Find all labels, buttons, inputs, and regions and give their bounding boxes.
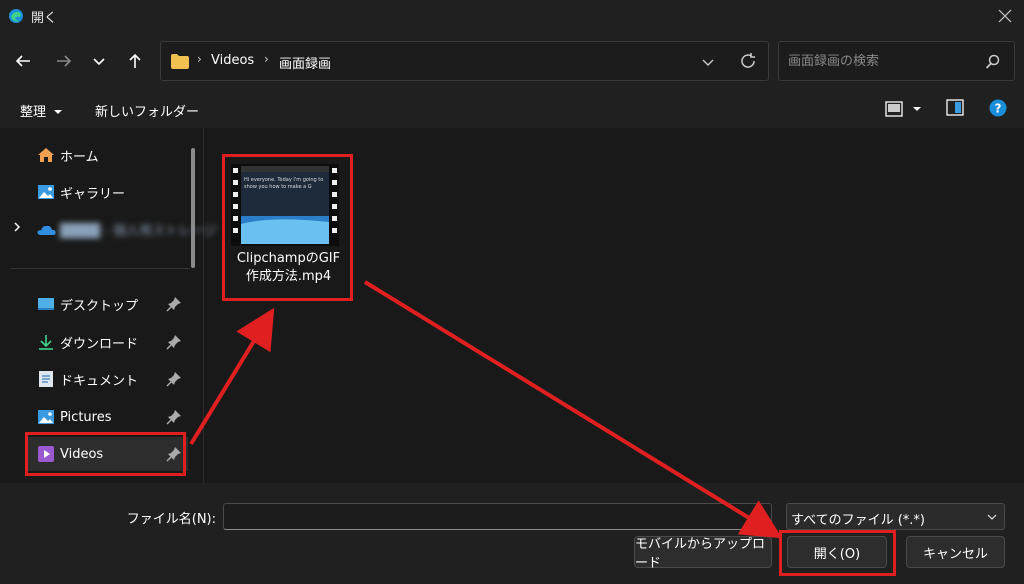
videos-icon: [36, 444, 56, 464]
pin-icon[interactable]: [166, 334, 182, 350]
caret-down-icon: [913, 107, 921, 111]
new-folder-button[interactable]: 新しいフォルダー: [95, 101, 199, 120]
chevron-down-icon[interactable]: [701, 55, 715, 69]
file-name-line2: 作成方法.mp4: [245, 269, 332, 284]
chevron-down-icon: [987, 514, 997, 520]
sidebar-item-videos[interactable]: Videos: [28, 437, 188, 471]
file-name-line1: ClipchampのGIF: [236, 251, 341, 266]
file-name: ClipchampのGIF 作成方法.mp4: [223, 250, 354, 286]
organize-button[interactable]: 整理: [20, 101, 63, 120]
close-button[interactable]: [990, 2, 1020, 30]
view-icon: [885, 101, 903, 117]
edge-app-icon: [9, 9, 23, 23]
bottom-panel: [0, 483, 1024, 584]
sidebar-item-label: Videos: [60, 446, 104, 462]
preview-pane-icon[interactable]: [946, 99, 964, 116]
breadcrumb-separator-icon: ›: [264, 52, 269, 66]
file-item[interactable]: Hi everyone. Today I'm going to show you…: [223, 154, 354, 301]
svg-text:?: ?: [995, 102, 1002, 116]
filetype-value: すべてのファイル (*.*): [791, 513, 925, 528]
desktop-icon: [36, 294, 56, 314]
search-icon: [985, 54, 1000, 69]
window-title: 開く: [31, 11, 58, 26]
pictures-icon: [36, 407, 56, 427]
sidebar-item-label: ギャラリー: [60, 186, 126, 202]
forward-button[interactable]: [50, 47, 78, 75]
sidebar-item-label: デスクトップ: [60, 298, 139, 314]
close-icon: [998, 9, 1012, 23]
arrow-up-icon: [129, 53, 141, 68]
sidebar-item-home[interactable]: ホーム: [28, 138, 188, 172]
sidebar-item-label: Pictures: [60, 409, 112, 425]
organize-label: 整理: [20, 105, 47, 120]
arrow-right-icon: [57, 55, 72, 67]
address-bar[interactable]: › Videos › 画面録画: [160, 41, 769, 81]
filename-label: ファイル名(N):: [126, 512, 216, 527]
sidebar-item-downloads[interactable]: ダウンロード: [28, 325, 188, 359]
upload-from-mobile-button[interactable]: モバイルからアップロード: [634, 536, 772, 571]
breadcrumb-screen-recording[interactable]: 画面録画: [279, 53, 331, 72]
sidebar-item-label: ホーム: [60, 149, 99, 165]
sidebar-item-label: ダウンロード: [60, 336, 139, 352]
filetype-select[interactable]: すべてのファイル (*.*): [786, 503, 1005, 530]
search-input[interactable]: [788, 51, 978, 71]
pin-icon[interactable]: [166, 296, 182, 312]
sidebar-item-onedrive[interactable]: ████ - 個人用ストレージ: [28, 212, 217, 246]
search-box[interactable]: [778, 41, 1015, 81]
sidebar-scrollbar[interactable]: [191, 148, 195, 268]
thumbnail-caption: Hi everyone. Today I'm going to show you…: [244, 177, 324, 190]
pin-icon[interactable]: [166, 409, 182, 425]
cancel-button[interactable]: キャンセル: [906, 536, 1005, 568]
pane-divider[interactable]: [203, 128, 204, 483]
sidebar-item-desktop[interactable]: デスクトップ: [28, 287, 188, 321]
open-button[interactable]: 開く(O): [787, 536, 887, 568]
recent-locations-button[interactable]: [85, 47, 113, 75]
folder-icon: [171, 54, 189, 69]
chevron-down-icon[interactable]: [755, 512, 765, 522]
home-icon: [36, 145, 56, 165]
chevron-down-icon: [93, 58, 105, 66]
filename-input[interactable]: [223, 503, 772, 530]
document-icon: [36, 369, 56, 389]
back-button[interactable]: [9, 47, 37, 75]
title-bar: [0, 0, 1024, 33]
gallery-icon: [36, 182, 56, 202]
sidebar-item-label: ████ - 個人用ストレージ: [60, 223, 217, 239]
onedrive-icon: [36, 219, 56, 239]
sidebar-item-gallery[interactable]: ギャラリー: [28, 175, 188, 209]
pin-icon[interactable]: [166, 446, 182, 462]
sidebar-item-pictures[interactable]: Pictures: [28, 400, 188, 434]
breadcrumb-videos[interactable]: Videos: [211, 53, 254, 68]
sidebar-item-label: ドキュメント: [60, 373, 139, 389]
pin-icon[interactable]: [166, 371, 182, 387]
sidebar-item-documents[interactable]: ドキュメント: [28, 362, 188, 396]
caret-down-icon: [54, 110, 63, 114]
help-icon[interactable]: ?: [989, 99, 1007, 117]
arrow-left-icon: [15, 55, 30, 67]
breadcrumb-separator-icon: ›: [197, 52, 202, 66]
video-thumbnail: Hi everyone. Today I'm going to show you…: [231, 164, 339, 246]
download-icon: [36, 332, 56, 352]
view-options-button[interactable]: [885, 98, 925, 120]
refresh-icon[interactable]: [739, 52, 757, 70]
up-button[interactable]: [121, 47, 149, 75]
expand-chevron-icon[interactable]: [11, 221, 23, 237]
sidebar-divider: [10, 268, 190, 269]
